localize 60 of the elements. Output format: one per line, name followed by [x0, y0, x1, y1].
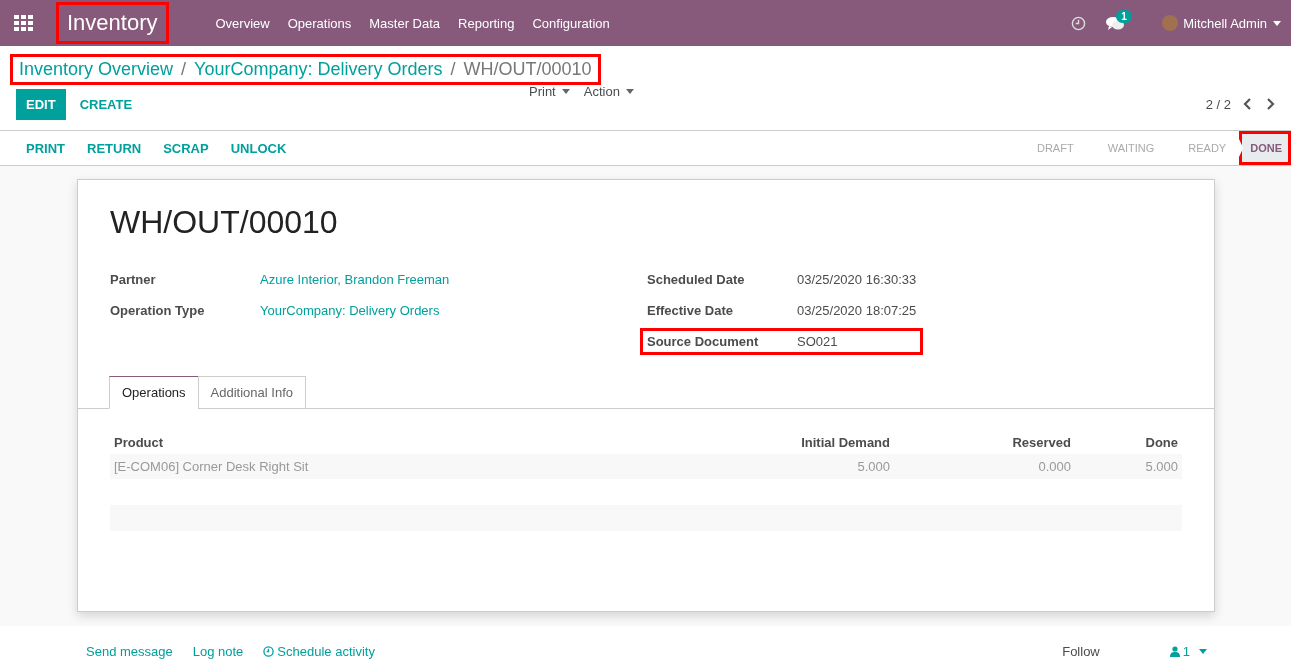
clock-icon — [263, 646, 275, 657]
status-action-button[interactable]: SCRAP — [152, 131, 220, 165]
status-action-button[interactable]: UNLOCK — [219, 131, 298, 165]
chatter-action-link[interactable]: Send message — [86, 644, 173, 659]
field-value: SO021 — [797, 334, 839, 349]
column-header: Done — [1144, 434, 1179, 452]
column-header: Product — [113, 434, 165, 452]
app-title: Inventory — [56, 2, 169, 44]
create-button[interactable]: CREATE — [69, 88, 143, 120]
field-link[interactable]: Azure Interior, Brandon Freeman — [260, 272, 450, 287]
message-count-badge: 1 — [1116, 9, 1132, 23]
chatter-action-link[interactable]: Schedule activity — [263, 644, 375, 659]
field-label: Effective Date — [647, 303, 734, 318]
field-value: 03/25/2020 18:07:25 — [797, 303, 918, 318]
caret-icon — [1273, 20, 1281, 26]
menu-item[interactable]: Overview — [206, 15, 279, 31]
stage-step[interactable]: DONE — [1239, 131, 1291, 165]
field-label: Scheduled Date — [647, 272, 746, 287]
person-icon — [1169, 646, 1180, 657]
chatter-action-link[interactable]: Log note — [192, 644, 244, 659]
table-cell-text: 5.000 — [1144, 458, 1179, 476]
field-value: 03/25/2020 16:30:33 — [797, 272, 918, 287]
menu-item[interactable]: Operations — [278, 15, 361, 31]
dropdown-button[interactable]: Print — [529, 84, 570, 99]
caret-icon — [561, 89, 570, 94]
breadcrumb-link[interactable]: YourCompany: Delivery Orders — [194, 59, 443, 80]
field-label: Source Document — [647, 334, 760, 349]
table-row[interactable]: [E-COM06] Corner Desk Right Sit 5.000 0.000 5.000 — [110, 454, 1182, 479]
field-label: Partner — [110, 272, 157, 287]
caret-icon — [1199, 649, 1207, 654]
breadcrumb-separator: / — [450, 59, 456, 80]
field-label: Operation Type — [110, 303, 206, 318]
pager-value: 2 / 2 — [1205, 96, 1231, 112]
apps-menu-icon[interactable] — [14, 13, 34, 33]
table-cell-text: 5.000 — [856, 458, 891, 476]
table-cell-text: [E-COM06] Corner Desk Right Sit — [113, 458, 310, 476]
menu-item[interactable]: Configuration — [523, 15, 619, 31]
tab[interactable]: Additional Info — [197, 376, 306, 409]
chevron-right-icon[interactable] — [1265, 98, 1275, 110]
record-title: WH/OUT/00010 — [110, 204, 339, 241]
clock-icon[interactable] — [1071, 15, 1087, 31]
followers-button[interactable]: 1 — [1169, 644, 1207, 659]
breadcrumb-separator: / — [181, 59, 187, 80]
table-cell-text: 0.000 — [1037, 458, 1072, 476]
caret-icon — [625, 89, 634, 94]
status-action-button[interactable]: PRINT — [15, 131, 76, 165]
dropdown-button[interactable]: Action — [583, 84, 634, 99]
status-action-button[interactable]: RETURN — [76, 131, 153, 165]
tab[interactable]: Operations — [109, 376, 199, 409]
column-header: Initial Demand — [800, 434, 891, 452]
chevron-left-icon[interactable] — [1243, 98, 1253, 110]
menu-item[interactable]: Master Data — [360, 15, 450, 31]
menu-item[interactable]: Reporting — [449, 15, 524, 31]
follow-button[interactable]: Follow — [1062, 644, 1100, 659]
user-menu[interactable]: Mitchell Admin — [1183, 15, 1267, 31]
edit-button[interactable]: EDIT — [16, 88, 66, 120]
field-link[interactable]: YourCompany: Delivery Orders — [260, 303, 440, 318]
breadcrumb-current: WH/OUT/00010 — [463, 59, 592, 80]
breadcrumb-link[interactable]: Inventory Overview — [19, 59, 174, 80]
column-header: Reserved — [1011, 434, 1072, 452]
